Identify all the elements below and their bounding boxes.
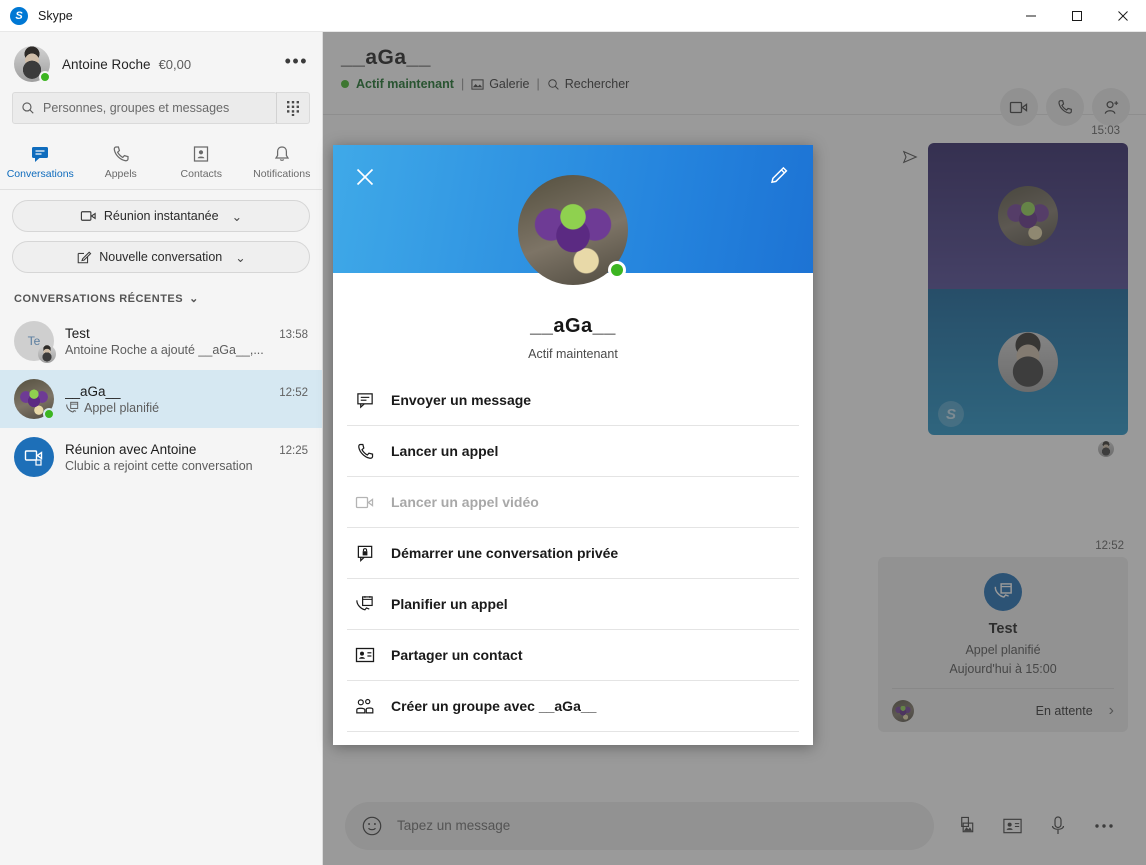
window-controls <box>1008 0 1146 32</box>
chevron-down-icon: ⌄ <box>189 293 199 305</box>
menu-item-label: Créer un groupe avec __aGa__ <box>391 698 597 714</box>
compose-icon <box>77 251 92 264</box>
list-item-body: Test 13:58 Antoine Roche a ajouté __aGa_… <box>65 326 308 357</box>
profile-name: Antoine Roche <box>62 56 151 72</box>
menu-item-schedule-call[interactable]: Planifier un appel <box>347 579 799 630</box>
menu-item-label: Démarrer une conversation privée <box>391 545 619 561</box>
maximize-button[interactable] <box>1054 0 1100 32</box>
close-icon[interactable] <box>355 167 375 192</box>
dialpad-icon[interactable] <box>276 92 310 124</box>
chevron-down-icon: ⌄ <box>231 209 243 224</box>
conversation-time: 12:52 <box>279 386 308 399</box>
search-icon <box>22 102 34 114</box>
section-title: CONVERSATIONS RÉCENTES <box>14 292 184 305</box>
skype-logo-icon: S <box>10 6 28 25</box>
list-item[interactable]: __aGa__ 12:52 Appel planifié <box>0 370 322 428</box>
video-icon <box>80 211 96 221</box>
instant-meeting-label: Réunion instantanée <box>103 209 219 223</box>
list-item[interactable]: Te Test 13:58 Antoine Roche a ajouté __a… <box>0 312 322 370</box>
menu-item-private-conversation[interactable]: Démarrer une conversation privée <box>347 528 799 579</box>
sidebar-item-conversations[interactable]: Conversations <box>0 134 81 189</box>
contact-card-icon <box>355 647 375 663</box>
new-conversation-button[interactable]: Nouvelle conversation ⌄ <box>12 241 310 273</box>
profile-more-button[interactable]: ••• <box>285 52 308 72</box>
lock-chat-icon <box>355 544 375 563</box>
menu-item-label: Planifier un appel <box>391 596 508 612</box>
conversation-time: 12:25 <box>279 444 308 457</box>
skype-window: S Skype Antoine Roche €0,00 ••• Personne… <box>0 0 1146 865</box>
bell-icon <box>274 145 289 161</box>
sidebar: Antoine Roche €0,00 ••• Personnes, group… <box>0 32 323 865</box>
avatar[interactable] <box>14 46 51 83</box>
meeting-icon <box>24 450 43 466</box>
contact-card-icon <box>194 145 209 162</box>
avatar-overlay <box>38 345 56 363</box>
sidebar-item-notifications[interactable]: Notifications <box>242 134 323 189</box>
sidebar-item-label: Appels <box>104 167 137 180</box>
scheduled-call-icon <box>66 401 79 413</box>
close-button[interactable] <box>1100 0 1146 32</box>
menu-item-label: Envoyer un message <box>391 392 532 408</box>
nav-tabs: Conversations Appels Contacts Notificati… <box>0 134 322 190</box>
chevron-down-icon: ⌄ <box>235 250 246 265</box>
menu-item-start-call[interactable]: Lancer un appel <box>347 426 799 477</box>
avatar <box>14 379 55 420</box>
title-bar: S Skype <box>0 0 1146 32</box>
presence-indicator <box>39 71 51 83</box>
menu-item-create-group[interactable]: Créer un groupe avec __aGa__ <box>347 681 799 732</box>
quick-actions: Réunion instantanée ⌄ Nouvelle conversat… <box>0 190 322 284</box>
dialog-header <box>333 145 813 285</box>
group-icon <box>355 697 375 716</box>
minimize-button[interactable] <box>1008 0 1054 32</box>
presence-indicator <box>43 408 55 420</box>
sidebar-item-calls[interactable]: Appels <box>81 134 162 189</box>
search-input[interactable] <box>43 101 268 115</box>
conversation-name: Réunion avec Antoine <box>65 441 197 457</box>
message-icon <box>355 391 375 410</box>
new-conversation-label: Nouvelle conversation <box>99 250 223 264</box>
conversation-name: Test <box>65 325 90 341</box>
contact-status: Actif maintenant <box>528 347 618 361</box>
instant-meeting-button[interactable]: Réunion instantanée ⌄ <box>12 200 310 232</box>
profile-balance: €0,00 <box>158 56 192 72</box>
chat-icon <box>32 146 49 162</box>
contact-name: __aGa__ <box>530 315 616 337</box>
video-icon <box>355 495 375 510</box>
menu-item-share-contact[interactable]: Partager un contact <box>347 630 799 681</box>
search-box[interactable] <box>12 92 277 124</box>
menu-item-label: Lancer un appel vidéo <box>391 494 539 510</box>
sidebar-item-label: Conversations <box>6 167 74 180</box>
schedule-call-icon <box>355 595 375 614</box>
contact-profile-dialog: __aGa__ Actif maintenant Envoyer un mess… <box>333 145 813 745</box>
conversation-name: __aGa__ <box>65 383 121 399</box>
conversation-time: 13:58 <box>279 328 308 341</box>
avatar <box>14 437 54 477</box>
list-item[interactable]: Réunion avec Antoine 12:25 Clubic a rejo… <box>0 428 322 486</box>
menu-item-label: Partager un contact <box>391 647 523 663</box>
conversation-preview: Clubic a rejoint cette conversation <box>65 458 253 473</box>
avatar-initials: Te <box>27 334 41 348</box>
menu-item-start-video-call[interactable]: Lancer un appel vidéo <box>347 477 799 528</box>
window-title: Skype <box>38 8 73 23</box>
menu-item-send-message[interactable]: Envoyer un message <box>347 375 799 426</box>
avatar[interactable] <box>518 175 628 285</box>
phone-icon <box>113 145 129 161</box>
menu-item-label: Lancer un appel <box>391 443 499 459</box>
list-item-body: Réunion avec Antoine 12:25 Clubic a rejo… <box>65 442 308 473</box>
menu-item-partial[interactable] <box>347 732 799 745</box>
sidebar-item-label: Notifications <box>253 167 311 180</box>
conversation-preview-text: Appel planifié <box>84 400 160 415</box>
conversation-preview: Antoine Roche a ajouté __aGa__,... <box>65 342 264 357</box>
contact-actions-menu: Envoyer un message Lancer un appel Lance… <box>333 375 813 745</box>
recent-conversations-header[interactable]: CONVERSATIONS RÉCENTES ⌄ <box>0 284 322 312</box>
presence-indicator <box>608 261 626 279</box>
profile-row[interactable]: Antoine Roche €0,00 ••• <box>0 40 322 88</box>
pencil-icon[interactable] <box>769 165 791 192</box>
avatar: Te <box>14 321 56 363</box>
sidebar-item-contacts[interactable]: Contacts <box>161 134 242 189</box>
search-row <box>0 92 322 124</box>
phone-icon <box>355 442 375 461</box>
sidebar-item-label: Contacts <box>180 167 222 180</box>
list-item-body: __aGa__ 12:52 Appel planifié <box>65 384 308 415</box>
